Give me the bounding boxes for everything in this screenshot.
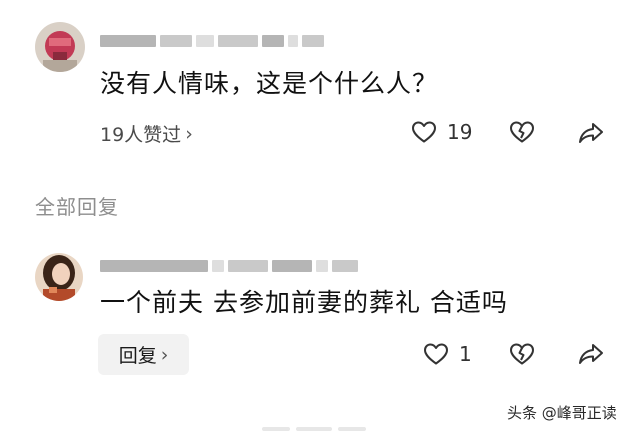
replier-name-blurred[interactable] bbox=[100, 259, 358, 273]
reply-share-button[interactable] bbox=[577, 341, 605, 371]
chevron-right-icon: › bbox=[185, 122, 193, 145]
heart-icon bbox=[412, 121, 436, 143]
reply-dislike-button[interactable] bbox=[509, 342, 535, 370]
broken-heart-icon bbox=[510, 343, 534, 365]
avatar-image bbox=[35, 253, 83, 301]
reply-like-button[interactable]: 1 bbox=[423, 342, 472, 366]
comment-like-button[interactable]: 19 bbox=[411, 120, 472, 144]
commenter-avatar[interactable] bbox=[35, 22, 85, 72]
heart-icon bbox=[424, 343, 448, 365]
comment-like-count: 19 bbox=[447, 120, 473, 144]
likes-summary-link[interactable]: 19人赞过 › bbox=[100, 120, 193, 147]
loading-indicator bbox=[262, 427, 366, 431]
all-replies-heading: 全部回复 bbox=[35, 195, 119, 219]
comment-dislike-button[interactable] bbox=[509, 120, 535, 148]
reply-button-label: 回复 bbox=[118, 345, 157, 367]
replier-avatar[interactable] bbox=[35, 253, 83, 301]
comment-share-button[interactable] bbox=[577, 120, 605, 150]
comment-text: 没有人情味，这是个什么人？ bbox=[100, 69, 439, 98]
share-icon bbox=[579, 344, 603, 364]
share-icon bbox=[579, 123, 603, 143]
reply-like-count: 1 bbox=[459, 342, 472, 366]
watermark: 头条 @峰哥正读 bbox=[507, 404, 617, 422]
reply-button[interactable]: 回复 › bbox=[98, 334, 189, 375]
broken-heart-icon bbox=[510, 121, 534, 143]
avatar-image bbox=[35, 22, 85, 72]
chevron-right-icon: › bbox=[160, 343, 169, 366]
reply-text: 一个前夫 去参加前妻的葬礼 合适吗 bbox=[100, 288, 508, 317]
commenter-name-blurred[interactable] bbox=[100, 34, 324, 48]
likes-summary-label: 19人赞过 bbox=[100, 124, 182, 146]
